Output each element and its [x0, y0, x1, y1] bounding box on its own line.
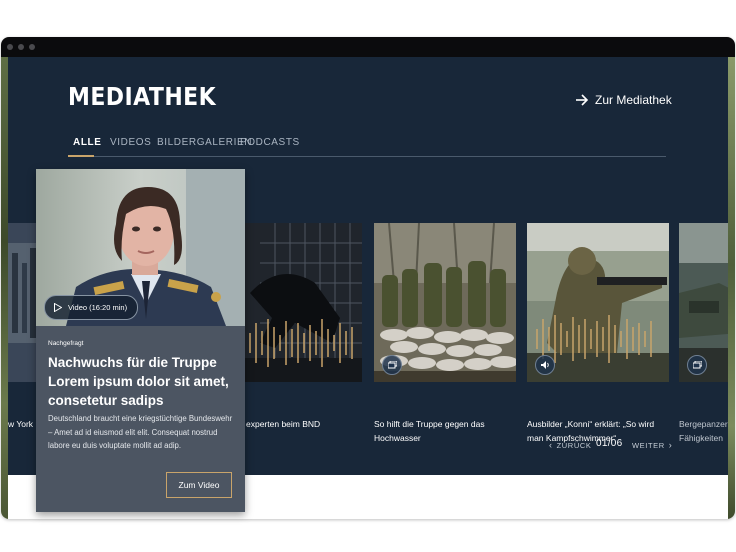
partial-card-left[interactable]: [8, 223, 38, 382]
gallery-icon[interactable]: [382, 355, 402, 375]
chevron-left-icon: ‹: [549, 440, 553, 450]
gallery-icon[interactable]: [687, 355, 707, 375]
zum-video-button[interactable]: Zum Video: [166, 472, 232, 498]
zur-mediathek-label: Zur Mediathek: [595, 93, 672, 107]
chevron-right-icon: ›: [668, 440, 673, 450]
media-card[interactable]: So hilft die Truppe gegen das Hochwasser: [374, 223, 516, 445]
card-image: [679, 223, 735, 382]
featured-card[interactable]: Video (16:20 min) Nachgefragt Nachwuchs …: [36, 169, 245, 512]
featured-headline[interactable]: Nachwuchs für die Truppe Lorem ipsum dol…: [48, 353, 240, 410]
partial-card-image: [8, 223, 38, 382]
page-title: MEDIATHEK: [68, 82, 217, 111]
card-thumbnail: [527, 223, 669, 382]
card-thumbnail: [374, 223, 516, 382]
window-titlebar: [1, 37, 735, 57]
media-card[interactable]: Bergepanzer Fähigkeiten: [679, 223, 735, 445]
card-title[interactable]: So hilft die Truppe gegen das Hochwasser: [374, 417, 516, 445]
tab-bildergalerien[interactable]: BILDERGALERIEN: [157, 137, 252, 148]
play-icon: [54, 303, 62, 312]
zur-mediathek-link[interactable]: Zur Mediathek: [575, 92, 672, 108]
active-tab-indicator: [68, 155, 94, 157]
tab-videos[interactable]: VIDEOS: [110, 137, 151, 148]
pager-prev-label: ZURÜCK: [556, 440, 592, 450]
right-edge-image: [728, 57, 735, 519]
left-edge-image: [1, 57, 8, 519]
pager-prev-button[interactable]: ‹ ZURÜCK: [549, 440, 591, 450]
window-control-maximize[interactable]: [29, 44, 35, 50]
arrow-right-icon: [576, 94, 589, 106]
window-control-minimize[interactable]: [18, 44, 24, 50]
video-play-button[interactable]: Video (16:20 min): [44, 295, 139, 320]
partial-card-left-title[interactable]: w York: [8, 417, 33, 431]
tab-alle[interactable]: ALLE: [73, 137, 102, 148]
tab-podcasts[interactable]: PODCASTS: [240, 137, 300, 148]
window-control-close[interactable]: [7, 44, 13, 50]
card-thumbnail: [679, 223, 735, 382]
pager-next-button[interactable]: WEITER ›: [632, 440, 672, 450]
featured-description: Deutschland braucht eine kriegstüchtige …: [48, 414, 233, 450]
media-card[interactable]: Ausbilder „Konni“ erklärt: „So wird man …: [527, 223, 669, 445]
card-title[interactable]: Bergepanzer Fähigkeiten: [679, 417, 735, 445]
pager-count: 01/06: [596, 438, 623, 449]
speaker-icon[interactable]: [535, 355, 555, 375]
featured-kicker: Nachgefragt: [48, 340, 84, 347]
video-duration-label: Video (16:20 min): [68, 303, 128, 312]
media-tabs: ALLE VIDEOS BILDERGALERIEN PODCASTS: [68, 134, 666, 157]
pager-next-label: WEITER: [632, 440, 665, 450]
featured-image: Video (16:20 min): [36, 169, 245, 326]
zum-video-label: Zum Video: [178, 480, 220, 490]
